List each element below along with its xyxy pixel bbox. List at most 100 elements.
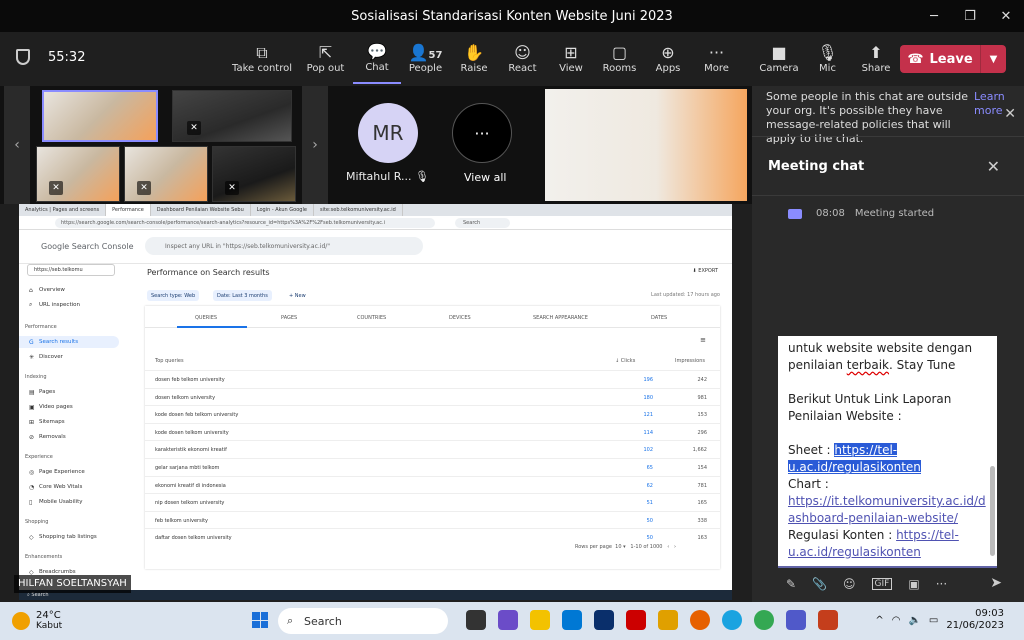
weather-widget[interactable]: 24°C Kabut bbox=[12, 610, 62, 631]
explorer-icon[interactable] bbox=[530, 610, 550, 630]
table-row[interactable]: nip dosen telkom university 51 165 bbox=[145, 493, 720, 510]
table-row[interactable]: kode dosen telkom university 114 296 bbox=[145, 422, 720, 440]
take-control-button[interactable]: ⧉ Take control bbox=[226, 32, 298, 84]
nav-search-results[interactable]: G Search results bbox=[19, 336, 119, 348]
nav-pages[interactable]: ▤ Pages bbox=[19, 386, 119, 398]
gallery-next-button[interactable]: › bbox=[302, 86, 328, 204]
table-row[interactable]: kode dosen feb telkom university 121 153 bbox=[145, 405, 720, 422]
browser-tab[interactable]: Performance bbox=[106, 204, 151, 216]
react-button[interactable]: ☺ React bbox=[499, 32, 547, 84]
browser-tab[interactable]: site:seb.telkomuniversity.ac.id bbox=[314, 204, 403, 216]
nav-core-web-vitals[interactable]: ◔ Core Web Vitals bbox=[19, 481, 119, 493]
task-view-icon[interactable] bbox=[466, 610, 486, 630]
message-compose-box[interactable]: untuk website website dengan penilaian t… bbox=[778, 336, 997, 568]
start-button[interactable] bbox=[252, 612, 268, 628]
nav-page-experience[interactable]: ◎ Page Experience bbox=[19, 466, 119, 478]
powerpoint-icon[interactable] bbox=[818, 610, 838, 630]
firefox-icon[interactable] bbox=[690, 610, 710, 630]
chat-button[interactable]: 💬 Chat bbox=[353, 32, 401, 84]
participant-tile[interactable]: ✕ bbox=[124, 146, 208, 202]
compose-scrollbar[interactable] bbox=[990, 466, 995, 556]
rooms-button[interactable]: ▢ Rooms bbox=[596, 32, 644, 84]
chrome-icon[interactable] bbox=[754, 610, 774, 630]
people-button[interactable]: 👤57 People bbox=[402, 32, 450, 84]
avatar[interactable]: MR bbox=[358, 103, 418, 163]
tab-search-appearance[interactable]: SEARCH APPEARANCE bbox=[533, 315, 588, 321]
nav-removals[interactable]: ⊘ Removals bbox=[19, 431, 119, 443]
address-bar[interactable]: https://search.google.com/search-console… bbox=[19, 216, 732, 230]
table-row[interactable]: daftar dosen telkom university 50 163 bbox=[145, 528, 720, 545]
browser-tab[interactable]: Analytics | Pages and screens bbox=[19, 204, 107, 216]
participant-tile[interactable]: ✕ bbox=[212, 146, 296, 202]
apps-button[interactable]: ⊕ Apps bbox=[644, 32, 692, 84]
share-button[interactable]: ⬆ Share bbox=[852, 32, 900, 84]
mic-button[interactable]: 🎙 Mic bbox=[804, 32, 852, 84]
inspect-url-input[interactable]: Inspect any URL in "https://seb.telkomun… bbox=[145, 237, 423, 255]
pop-out-button[interactable]: ⇱ Pop out bbox=[299, 32, 353, 84]
edge-icon[interactable] bbox=[562, 610, 582, 630]
attach-icon[interactable]: 📎 bbox=[812, 577, 827, 591]
gif-icon[interactable]: GIF bbox=[871, 578, 893, 590]
send-icon[interactable]: ➤ bbox=[990, 575, 1002, 591]
tab-countries[interactable]: COUNTRIES bbox=[357, 315, 386, 321]
table-row[interactable]: dosen telkom university 180 981 bbox=[145, 387, 720, 405]
more-button[interactable]: ··· More bbox=[693, 32, 741, 84]
clock[interactable]: 09:03 21/06/2023 bbox=[946, 608, 1004, 632]
taskbar-search[interactable]: ⌕ Search bbox=[278, 608, 448, 634]
folder-icon[interactable] bbox=[658, 610, 678, 630]
tab-queries[interactable]: QUERIES bbox=[195, 315, 217, 321]
more-options-icon[interactable]: ··· bbox=[936, 577, 947, 591]
export-button[interactable]: ⬇ EXPORT bbox=[693, 268, 719, 274]
edge-browser-icon[interactable] bbox=[722, 610, 742, 630]
participant-tile[interactable]: ✕ bbox=[172, 90, 292, 142]
browser-tab[interactable]: Login - Akun Google bbox=[251, 204, 314, 216]
leave-options-chevron-icon[interactable]: ▼ bbox=[980, 45, 1006, 73]
participant-tile[interactable]: ✕ bbox=[36, 146, 120, 202]
store-icon[interactable] bbox=[594, 610, 614, 630]
nav-url-inspection[interactable]: ⌕ URL inspection bbox=[19, 299, 119, 311]
chevron-up-icon[interactable]: ^ bbox=[875, 615, 883, 626]
view-all-button[interactable]: ··· bbox=[452, 103, 512, 163]
table-row[interactable]: ekonomi kreatif di indonesia 62 781 bbox=[145, 475, 720, 493]
nav-sitemaps[interactable]: ⊞ Sitemaps bbox=[19, 416, 119, 428]
chart-link[interactable]: https://it.telkomuniversity.ac.id/dashbo… bbox=[788, 494, 986, 525]
tab-devices[interactable]: DEVICES bbox=[449, 315, 471, 321]
filter-icon[interactable]: ≡ bbox=[700, 336, 706, 344]
camera-button[interactable]: ■ Camera bbox=[755, 32, 803, 84]
close-chat-icon[interactable]: ✕ bbox=[987, 157, 1000, 176]
nav-discover[interactable]: ✳ Discover bbox=[19, 351, 119, 363]
sticker-icon[interactable]: ▣ bbox=[908, 577, 919, 591]
table-row[interactable]: karakteristik ekonomi kreatif 102 1,662 bbox=[145, 440, 720, 457]
table-row[interactable]: gelar sarjana mbti telkom 65 154 bbox=[145, 458, 720, 475]
new-filter-button[interactable]: + New bbox=[285, 290, 310, 301]
table-row[interactable]: dosen feb telkom university 196 242 bbox=[145, 370, 720, 387]
sort-clicks[interactable]: ↓ Clicks bbox=[615, 358, 635, 364]
minimize-button[interactable]: ─ bbox=[916, 0, 952, 32]
chat-app-icon[interactable] bbox=[498, 610, 518, 630]
speaker-icon[interactable]: 🔈 bbox=[908, 615, 920, 626]
nav-video-pages[interactable]: ▣ Video pages bbox=[19, 401, 119, 413]
browser-search[interactable]: Search bbox=[455, 217, 511, 228]
dismiss-notice-icon[interactable]: ✕ bbox=[1004, 106, 1016, 122]
browser-tab[interactable]: Dashboard Penilaian Website Sebu bbox=[151, 204, 251, 216]
view-button[interactable]: ⊞ View bbox=[547, 32, 595, 84]
nav-shopping-tab[interactable]: ◇ Shopping tab listings bbox=[19, 531, 119, 543]
tab-dates[interactable]: DATES bbox=[651, 315, 667, 321]
nav-mobile-usability[interactable]: ▯ Mobile Usability bbox=[19, 496, 119, 508]
mcafee-icon[interactable] bbox=[626, 610, 646, 630]
table-row[interactable]: feb telkom university 50 338 bbox=[145, 510, 720, 528]
nav-overview[interactable]: ⌂ Overview bbox=[19, 284, 119, 296]
leave-button[interactable]: ☎ Leave ▼ bbox=[900, 45, 1006, 73]
property-selector[interactable]: https://seb.telkomu bbox=[27, 264, 115, 276]
close-window-button[interactable]: ✕ bbox=[988, 0, 1024, 32]
participant-tile[interactable] bbox=[42, 90, 158, 142]
teams-icon[interactable] bbox=[786, 610, 806, 630]
battery-icon[interactable]: ▭ bbox=[929, 615, 938, 626]
raise-hand-button[interactable]: ✋ Raise bbox=[450, 32, 498, 84]
emoji-icon[interactable]: ☺ bbox=[843, 577, 856, 591]
tab-pages[interactable]: PAGES bbox=[281, 315, 297, 321]
filter-chip-date[interactable]: Date: Last 3 months bbox=[213, 290, 272, 301]
speaker-video[interactable] bbox=[545, 89, 747, 201]
learn-more-link[interactable]: Learn more bbox=[974, 90, 1006, 118]
wifi-icon[interactable]: ◠ bbox=[892, 615, 901, 626]
